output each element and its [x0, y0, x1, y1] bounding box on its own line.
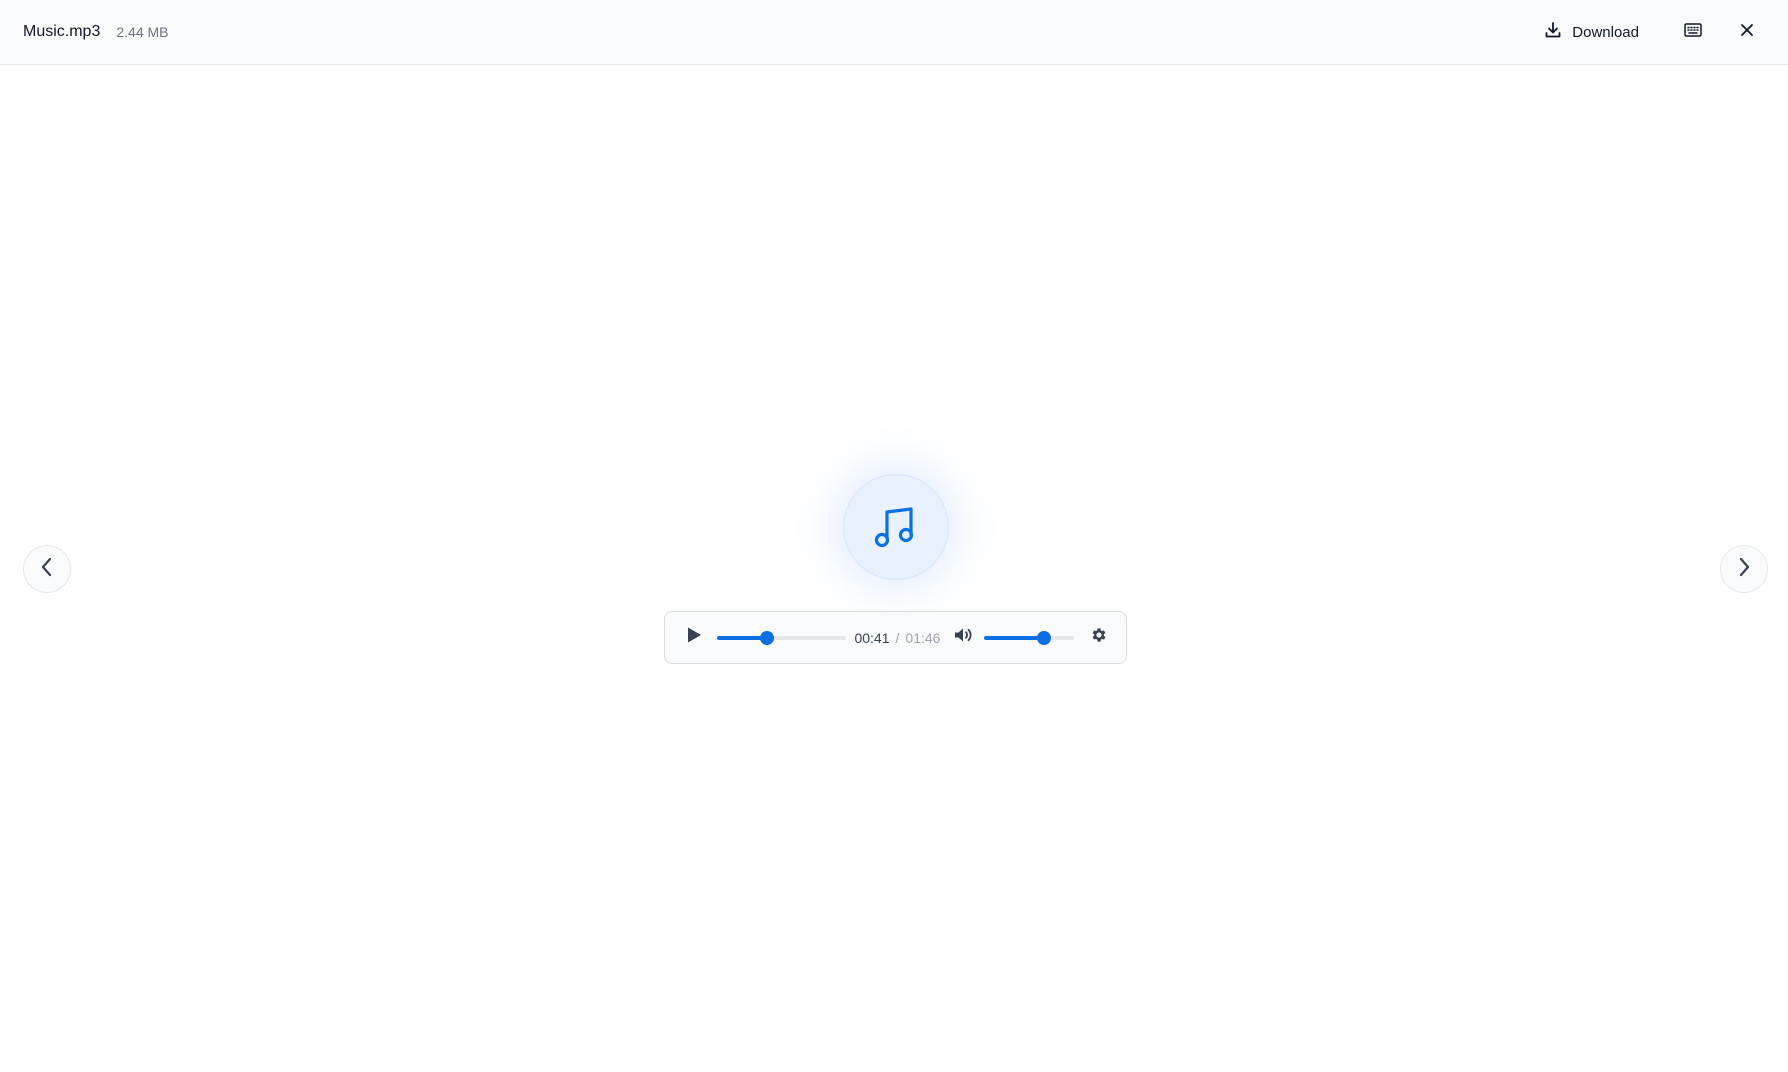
volume-slider[interactable] [984, 630, 1075, 645]
play-button[interactable] [683, 627, 705, 649]
chevron-left-icon [40, 557, 54, 582]
next-file-button[interactable] [1720, 545, 1768, 593]
seek-slider[interactable] [716, 630, 847, 645]
file-name: Music.mp3 [23, 23, 101, 40]
volume-fill [984, 635, 1044, 640]
close-button[interactable] [1729, 14, 1765, 50]
music-note-icon [873, 502, 919, 553]
settings-button[interactable] [1088, 627, 1110, 649]
play-icon [686, 626, 702, 649]
file-size: 2.44 MB [116, 24, 169, 40]
audio-artwork [843, 474, 949, 580]
current-time: 00:41 [854, 629, 890, 646]
volume-button[interactable] [952, 627, 974, 649]
chevron-right-icon [1737, 557, 1751, 582]
header-actions: Download [1534, 0, 1765, 64]
duration: 01:46 [905, 629, 941, 646]
volume-thumb[interactable] [1036, 630, 1051, 645]
keyboard-icon [1684, 22, 1702, 42]
close-icon [1740, 23, 1754, 42]
previous-file-button[interactable] [23, 545, 71, 593]
settings-icon [1090, 626, 1108, 649]
time-display: 00:41 / 01:46 [854, 630, 940, 646]
volume-icon [953, 626, 973, 649]
viewer-header: Music.mp3 2.44 MB Download [0, 0, 1788, 65]
time-separator: / [895, 629, 900, 646]
download-icon [1544, 21, 1562, 43]
seek-thumb[interactable] [760, 630, 775, 645]
download-label: Download [1572, 23, 1639, 41]
audio-player: 00:41 / 01:46 [664, 611, 1127, 664]
keyboard-shortcuts-button[interactable] [1675, 14, 1711, 50]
download-button[interactable]: Download [1534, 15, 1649, 49]
